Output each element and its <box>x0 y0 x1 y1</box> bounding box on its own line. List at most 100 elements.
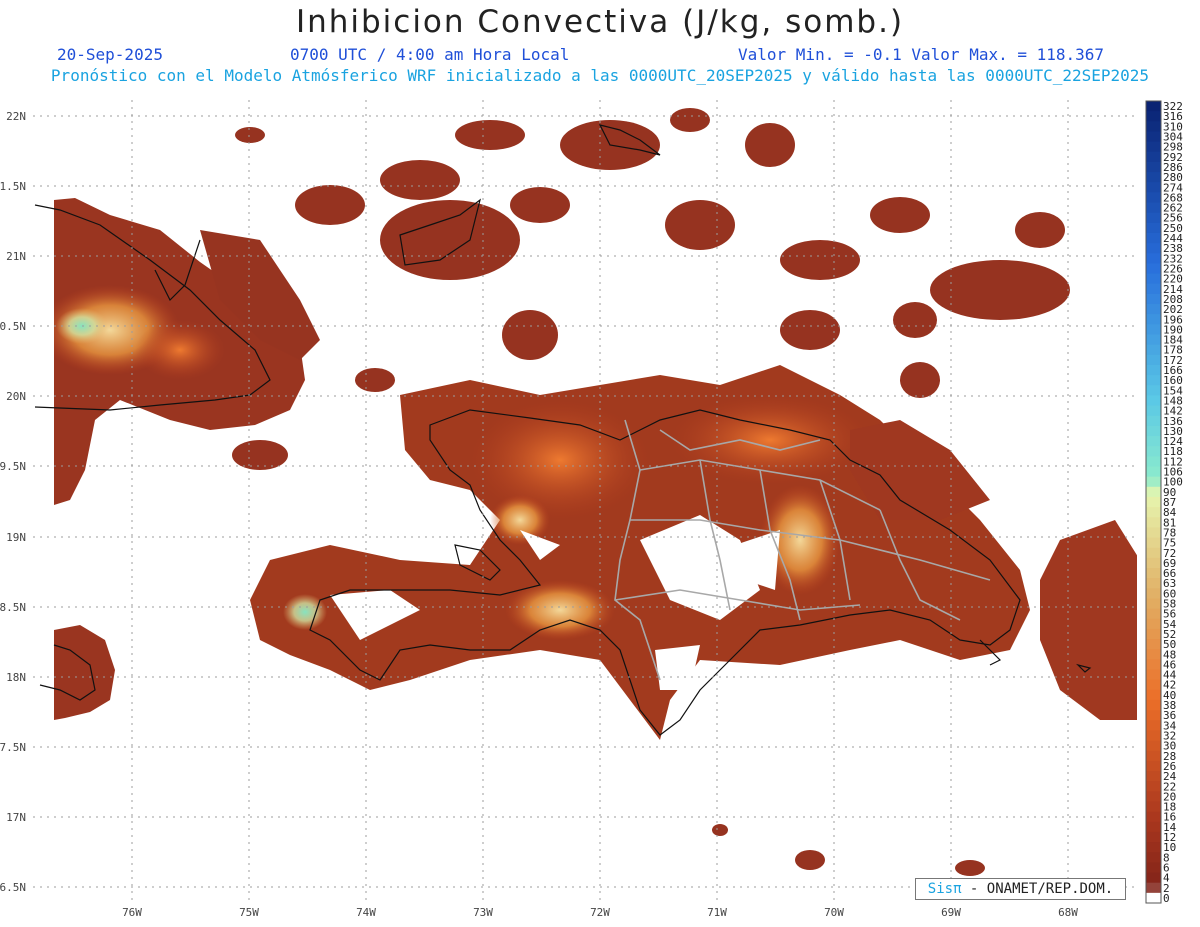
legend-swatch <box>1146 131 1161 143</box>
lon-label: 71W <box>707 906 727 919</box>
legend-swatch <box>1146 466 1161 478</box>
legend-swatch <box>1146 375 1161 386</box>
legend-swatch <box>1146 628 1161 640</box>
legend-swatch <box>1146 283 1161 295</box>
legend-swatch <box>1146 567 1161 579</box>
legend-swatch <box>1146 101 1161 112</box>
legend-swatch <box>1146 801 1161 813</box>
legend-swatch <box>1146 111 1161 122</box>
lon-label: 75W <box>239 906 259 919</box>
legend-swatch <box>1146 649 1161 660</box>
legend-swatch <box>1146 821 1161 833</box>
color-legend: 3223163103042982922862802742682622562502… <box>1145 100 1183 905</box>
lon-label: 68W <box>1058 906 1078 919</box>
legend-swatch <box>1146 588 1161 599</box>
lon-label: 70W <box>824 906 844 919</box>
legend-swatch <box>1146 253 1161 264</box>
legend-swatch <box>1146 314 1161 325</box>
longitude-labels: 76W 75W 74W 73W 72W 71W 70W 69W 68W <box>122 906 1078 919</box>
legend-swatch <box>1146 324 1161 335</box>
legend-swatch <box>1146 446 1161 457</box>
legend-swatch <box>1146 598 1161 610</box>
lat-label: 18.5N <box>0 601 26 614</box>
legend-swatch <box>1146 710 1161 721</box>
legend-swatch <box>1146 507 1161 518</box>
legend-swatch <box>1146 425 1161 437</box>
legend-swatch <box>1146 547 1161 559</box>
legend-swatch <box>1146 344 1161 356</box>
legend-swatch <box>1146 791 1161 802</box>
lat-label: 17N <box>6 811 26 824</box>
legend-swatch <box>1146 273 1161 285</box>
legend-swatch <box>1146 740 1161 752</box>
legend-swatch <box>1146 669 1161 681</box>
legend-swatch <box>1146 872 1161 884</box>
legend-swatch <box>1146 293 1161 305</box>
legend-swatch <box>1146 263 1161 275</box>
legend-swatch <box>1146 618 1161 630</box>
legend-swatch <box>1146 415 1161 427</box>
legend-swatch <box>1146 811 1161 823</box>
lat-label: 18N <box>6 671 26 684</box>
lat-label: 19N <box>6 531 26 544</box>
lat-label: 20N <box>6 390 26 403</box>
legend-swatch <box>1146 517 1161 528</box>
legend-swatch <box>1146 334 1161 346</box>
lat-label: 22N <box>6 110 26 123</box>
legend-swatch <box>1146 121 1161 132</box>
legend-swatch <box>1146 892 1161 904</box>
legend-swatch <box>1146 831 1161 843</box>
legend-swatch <box>1146 659 1161 671</box>
legend-swatch <box>1146 537 1161 549</box>
map-canvas: 22N 21.5N 21N 20.5N 20N 19.5N 19N 18.5N … <box>0 100 1183 919</box>
legend-swatch <box>1146 456 1161 467</box>
legend-swatch <box>1146 161 1161 173</box>
legend-swatch <box>1146 679 1161 691</box>
lat-label: 21N <box>6 250 26 263</box>
legend-swatch <box>1146 436 1161 447</box>
lat-label: 16.5N <box>0 881 26 894</box>
lat-label: 19.5N <box>0 460 26 473</box>
legend-swatch <box>1146 182 1161 193</box>
legend-swatch <box>1146 882 1161 894</box>
legend-swatch <box>1146 760 1161 772</box>
legend-swatch <box>1146 364 1161 376</box>
legend-swatch <box>1146 689 1161 701</box>
legend-swatch <box>1146 232 1161 244</box>
lon-label: 74W <box>356 906 376 919</box>
legend-swatch <box>1146 202 1161 214</box>
lon-label: 76W <box>122 906 142 919</box>
legend-swatch <box>1146 304 1161 315</box>
legend-swatch <box>1146 496 1161 508</box>
legend-swatch <box>1146 172 1161 183</box>
legend-swatch <box>1146 192 1161 204</box>
legend-swatch <box>1146 141 1161 153</box>
legend-swatch <box>1146 862 1161 874</box>
legend-swatch <box>1146 486 1161 498</box>
legend-swatch <box>1146 771 1161 782</box>
legend-swatch <box>1146 730 1161 742</box>
legend-swatch <box>1146 639 1161 650</box>
legend-swatch <box>1146 608 1161 620</box>
cin-region-jamaica <box>54 625 115 720</box>
legend-swatch <box>1146 354 1161 366</box>
lon-label: 73W <box>473 906 493 919</box>
cin-field <box>54 108 1137 876</box>
lon-label: 72W <box>590 906 610 919</box>
cin-region-east <box>1040 520 1137 720</box>
legend-swatch <box>1146 527 1161 539</box>
legend-swatch <box>1146 222 1161 234</box>
legend-swatch <box>1146 699 1161 711</box>
legend-swatch <box>1146 842 1161 853</box>
lat-label: 17.5N <box>0 741 26 754</box>
legend-swatch <box>1146 385 1161 396</box>
legend-swatch <box>1146 405 1161 417</box>
legend-swatch <box>1146 212 1161 224</box>
legend-swatch <box>1146 151 1161 163</box>
lon-label: 69W <box>941 906 961 919</box>
legend-swatch <box>1146 720 1161 731</box>
legend-swatch <box>1146 852 1161 863</box>
lat-label: 21.5N <box>0 180 26 193</box>
legend-swatch <box>1146 781 1161 792</box>
cin-region-hispaniola <box>250 365 1030 740</box>
